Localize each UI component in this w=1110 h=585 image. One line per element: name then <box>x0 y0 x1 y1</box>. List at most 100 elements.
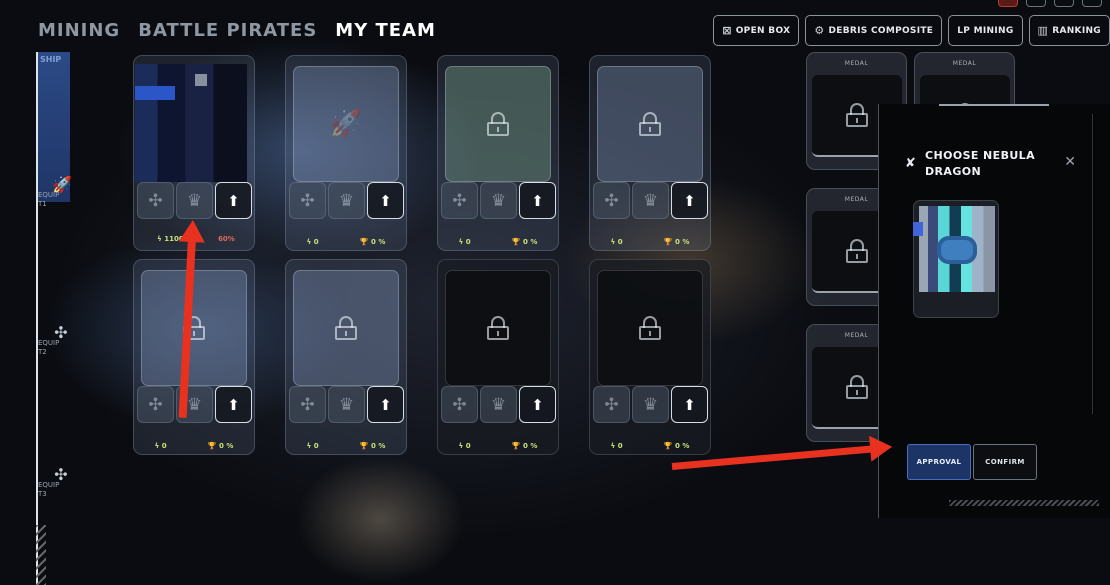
power-stat: ϟ 0 <box>458 238 471 246</box>
trophy-stat: 🏆 0 % <box>359 442 386 450</box>
modal-top-line <box>939 104 1049 106</box>
nav-battle-pirates[interactable]: BATTLE PIRATES <box>138 20 317 41</box>
upgrade-button[interactable]: ⬆ <box>671 182 708 219</box>
upgrade-button[interactable]: ⬆ <box>671 386 708 423</box>
confirm-button[interactable]: CONFIRM <box>973 444 1037 480</box>
sidebar-group-equip-t2[interactable]: ✣ EQUIP T2 <box>38 325 70 357</box>
approval-button[interactable]: APPROVAL <box>907 444 971 480</box>
arrow-up-icon: ⬆ <box>379 395 392 414</box>
team-card[interactable]: ✣ ♛ ⬆ ϟ 0 🏆 0 % <box>589 259 711 455</box>
equip-slots: ✣ ♛ ⬆ <box>593 182 708 219</box>
rate-value: 0 % <box>523 238 538 246</box>
sidebar-group-equip-t1[interactable]: 🚀 EQUIP T1 <box>38 177 72 209</box>
equip-slot[interactable]: ✣ <box>441 386 478 423</box>
trophy-stat: 🏆 0 % <box>207 442 234 450</box>
top-nav: MINING BATTLE PIRATES MY TEAM <box>38 20 436 41</box>
open-box-button[interactable]: ⊠ OPEN BOX <box>713 15 800 46</box>
equip-slot[interactable]: ✣ <box>289 182 326 219</box>
equip-slots: ✣ ♛ ⬆ <box>137 182 252 219</box>
debris-composite-button[interactable]: ⚙ DEBRIS COMPOSITE <box>805 15 943 46</box>
shuriken-icon: ✣ <box>452 394 467 415</box>
crest-icon: ♛ <box>186 394 203 415</box>
nav-mining[interactable]: MINING <box>38 20 120 41</box>
card-stats: ϟ 0 🏆 0 % <box>286 238 406 246</box>
power-value: 0 <box>161 442 167 450</box>
lock-icon <box>487 112 509 136</box>
equip-slot[interactable]: ✣ <box>289 386 326 423</box>
equip-slot[interactable]: ✣ <box>137 386 174 423</box>
power-value: 0 <box>465 442 471 450</box>
team-card[interactable]: ✣ ♛ ⬆ ϟ 0 🏆 0 % <box>437 55 559 251</box>
equip-slot[interactable]: ♛ <box>480 182 517 219</box>
lock-icon <box>846 239 868 263</box>
modal-buttons: APPROVAL CONFIRM <box>907 444 1037 480</box>
ship-image <box>135 64 247 182</box>
upgrade-button[interactable]: ⬆ <box>367 386 404 423</box>
team-card[interactable]: 🚀 ✣ ♛ ⬆ ϟ 0 🏆 0 % <box>285 55 407 251</box>
equip-slot[interactable]: ✣ <box>593 182 630 219</box>
sidebar-group-equip-t3[interactable]: ✣ EQUIP T3 <box>38 467 70 499</box>
sidebar-group-label: EQUIP T3 <box>38 481 60 498</box>
equip-slot[interactable]: ♛ <box>328 386 365 423</box>
indicator <box>1082 0 1102 7</box>
dragon-icon: ✘ <box>905 156 916 171</box>
equip-slots: ✣ ♛ ⬆ <box>137 386 252 423</box>
equip-slot[interactable]: ♛ <box>632 386 669 423</box>
crest-icon: ♛ <box>338 394 355 415</box>
crest-icon: ♛ <box>490 190 507 211</box>
equip-slot[interactable]: ✣ <box>593 386 630 423</box>
team-card[interactable]: ✣ ♛ ⬆ ϟ 0 🏆 0 % <box>133 259 255 455</box>
card-stats: ϟ 0 🏆 0 % <box>438 238 558 246</box>
power-value: 0 <box>617 442 623 450</box>
upgrade-button[interactable]: ⬆ <box>519 182 556 219</box>
upgrade-button[interactable]: ⬆ <box>367 182 404 219</box>
card-stats: ϟ 0 🏆 0 % <box>438 442 558 450</box>
team-card[interactable]: ✣ ♛ ⬆ ϟ 0 🏆 0 % <box>437 259 559 455</box>
equip-slot[interactable]: ✣ <box>441 182 478 219</box>
toolbar: ⊠ OPEN BOX ⚙ DEBRIS COMPOSITE LP MINING ▥ R… <box>713 15 1110 46</box>
lp-mining-label: LP MINING <box>957 25 1014 36</box>
team-card[interactable]: ✣ ♛ ⬆ ϟ 0 🏆 0 % <box>589 55 711 251</box>
ship-window <box>445 270 551 386</box>
equip-slot[interactable]: ♛ <box>632 182 669 219</box>
dragon-option[interactable] <box>913 200 999 318</box>
ship-window <box>445 66 551 182</box>
lp-mining-button[interactable]: LP MINING <box>948 15 1023 46</box>
lock-icon <box>846 103 868 127</box>
ship-window <box>597 270 703 386</box>
sidebar-tab-label: SHIP <box>40 55 62 64</box>
shuriken-icon: ✣ <box>604 394 619 415</box>
equip-slots: ✣ ♛ ⬆ <box>593 386 708 423</box>
upgrade-button[interactable]: ⬆ <box>215 182 252 219</box>
shuriken-icon: ✣ <box>452 190 467 211</box>
indicator <box>1054 0 1074 7</box>
ranking-button[interactable]: ▥ RANKING <box>1028 15 1110 46</box>
ship-window: 🚀 <box>293 66 399 182</box>
arrow-up-icon: ⬆ <box>683 191 696 210</box>
nav-my-team[interactable]: MY TEAM <box>335 20 436 41</box>
open-box-label: OPEN BOX <box>735 25 791 36</box>
power-stat: ϟ 0 <box>610 238 623 246</box>
trophy-stat: 🏆 0 % <box>663 442 690 450</box>
equip-slot[interactable]: ♛ <box>480 386 517 423</box>
upgrade-button[interactable]: ⬆ <box>519 386 556 423</box>
ship-window <box>597 66 703 182</box>
close-icon[interactable]: ✕ <box>1064 154 1076 170</box>
upgrade-button[interactable]: ⬆ <box>215 386 252 423</box>
top-indicators <box>998 0 1102 7</box>
lock-icon <box>639 112 661 136</box>
ship-window <box>141 270 247 386</box>
crest-icon: ♛ <box>186 190 203 211</box>
team-card[interactable]: ✣ ♛ ⬆ ϟ 0 🏆 0 % <box>285 259 407 455</box>
card-stats: ϟ 0 🏆 0 % <box>134 442 254 450</box>
equip-slot[interactable]: ♛ <box>328 182 365 219</box>
sidebar-group-label: EQUIP T2 <box>38 339 60 356</box>
shuriken-icon: ✣ <box>300 190 315 211</box>
equip-slot[interactable]: ✣ <box>137 182 174 219</box>
lock-icon <box>639 316 661 340</box>
rate-stat: 60% <box>218 235 235 243</box>
power-value: 0 <box>617 238 623 246</box>
arrow-up-icon: ⬆ <box>379 191 392 210</box>
hatch-decoration <box>949 500 1099 506</box>
equip-slot[interactable]: ♛ <box>176 182 213 219</box>
